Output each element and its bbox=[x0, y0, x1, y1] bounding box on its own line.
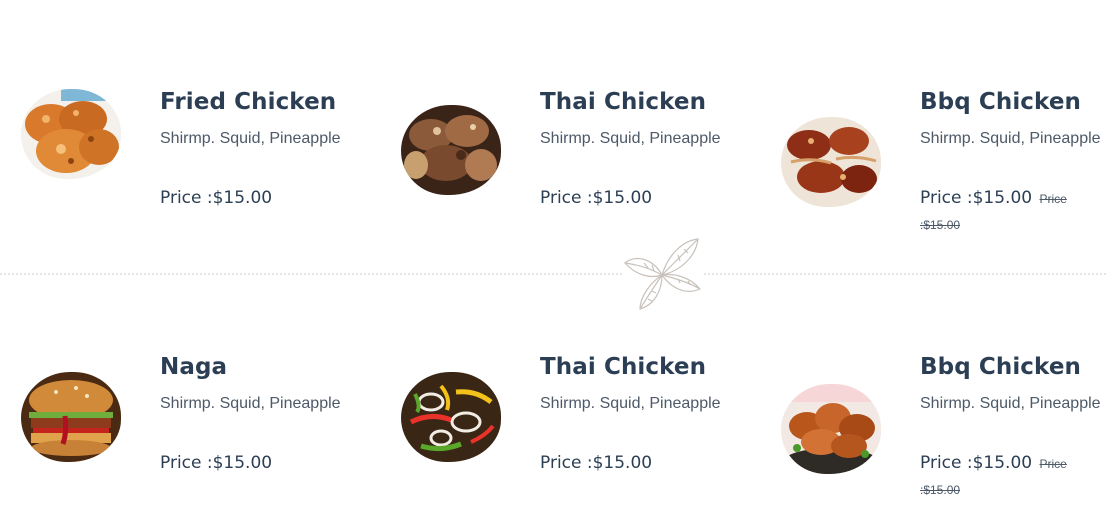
fried-chicken-image bbox=[21, 89, 121, 179]
item-description: Shirmp. Squid, Pineapple bbox=[540, 130, 721, 147]
menu-item[interactable]: Bbq Chicken Shirmp. Squid, Pineapple Pri… bbox=[781, 354, 1106, 513]
burger-image bbox=[21, 372, 121, 462]
item-title[interactable]: Thai Chicken bbox=[540, 354, 706, 380]
price-value: Price :$15.00 bbox=[160, 188, 273, 208]
menu-item[interactable]: Fried Chicken Shirmp. Squid, Pineapple P… bbox=[21, 89, 361, 249]
item-description: Shirmp. Squid, Pineapple bbox=[160, 395, 341, 412]
item-price: Price :$15.00 bbox=[160, 186, 340, 211]
price-value: Price :$15.00 bbox=[160, 453, 273, 473]
leaf-icon bbox=[622, 235, 702, 313]
item-title[interactable]: Fried Chicken bbox=[160, 89, 336, 115]
item-title[interactable]: Thai Chicken bbox=[540, 89, 706, 115]
bbq-chicken-image bbox=[781, 117, 881, 207]
item-title[interactable]: Naga bbox=[160, 354, 227, 380]
price-value: Price :$15.00 bbox=[540, 188, 653, 208]
item-price: Price :$15.00 bbox=[540, 451, 720, 476]
item-price: Price :$15.00 bbox=[160, 451, 340, 476]
item-title[interactable]: Bbq Chicken bbox=[920, 354, 1081, 380]
thai-chicken-image bbox=[401, 105, 501, 195]
price-value: Price :$15.00 bbox=[540, 453, 653, 473]
stir-fry-image bbox=[401, 372, 501, 462]
item-title[interactable]: Bbq Chicken bbox=[920, 89, 1081, 115]
menu-item[interactable]: Bbq Chicken Shirmp. Squid, Pineapple Pri… bbox=[781, 89, 1106, 249]
item-price: Price :$15.00 Price :$15.00 bbox=[920, 186, 1100, 238]
item-description: Shirmp. Squid, Pineapple bbox=[540, 395, 721, 412]
menu-item[interactable]: Thai Chicken Shirmp. Squid, Pineapple Pr… bbox=[401, 354, 741, 513]
menu-item[interactable]: Naga Shirmp. Squid, Pineapple Price :$15… bbox=[21, 354, 361, 513]
menu-item[interactable]: Thai Chicken Shirmp. Squid, Pineapple Pr… bbox=[401, 89, 741, 249]
item-description: Shirmp. Squid, Pineapple bbox=[920, 395, 1101, 412]
item-description: Shirmp. Squid, Pineapple bbox=[160, 130, 341, 147]
item-price: Price :$15.00 bbox=[540, 186, 720, 211]
section-divider bbox=[0, 273, 1106, 275]
item-description: Shirmp. Squid, Pineapple bbox=[920, 130, 1101, 147]
fried-wings-image bbox=[781, 384, 881, 474]
price-value: Price :$15.00 bbox=[920, 453, 1033, 473]
item-price: Price :$15.00 Price :$15.00 bbox=[920, 451, 1100, 503]
price-value: Price :$15.00 bbox=[920, 188, 1033, 208]
